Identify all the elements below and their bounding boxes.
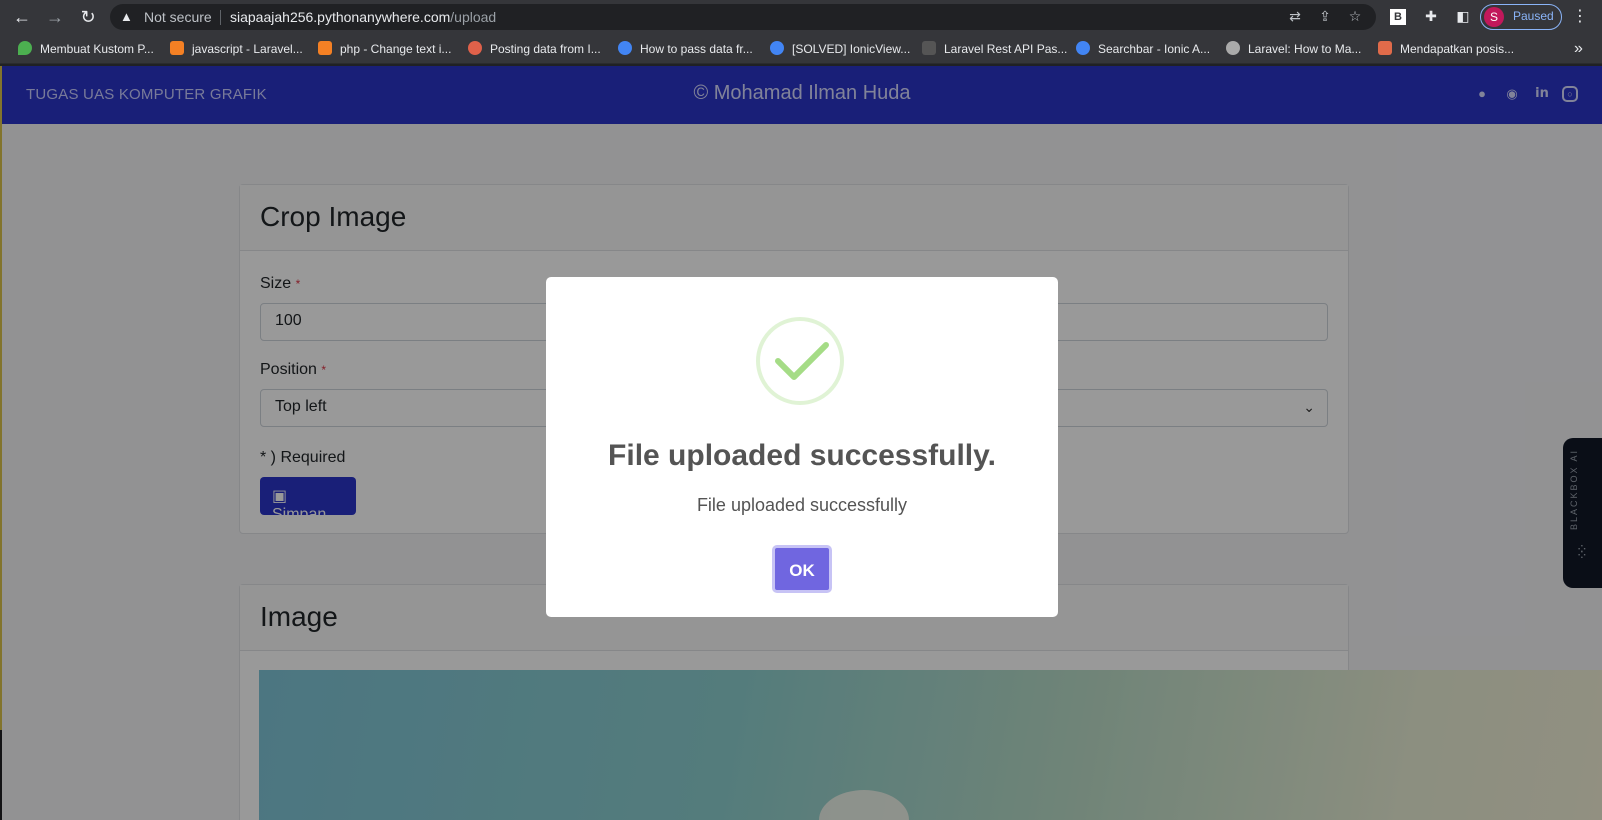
url-separator [220,10,221,25]
leaf-icon [18,41,32,55]
reload-icon[interactable]: ↻ [76,5,100,29]
ionic-icon [1076,41,1090,55]
blue-circle-icon [770,41,784,55]
translate-icon[interactable]: ⇄ [1286,8,1304,25]
avatar: S [1484,7,1504,27]
bookmark-item[interactable]: How to pass data fr... [618,40,753,58]
site-icon [1378,41,1392,55]
success-dialog: File uploaded successfully. File uploade… [546,277,1058,617]
bookmark-extension-icon[interactable]: B [1390,9,1406,25]
url-path: /upload [450,9,497,25]
stackoverflow-icon [170,41,184,55]
bookmarks-overflow-icon[interactable]: » [1574,40,1583,58]
extensions-puzzle-icon[interactable]: ✚ [1422,7,1440,25]
bookmark-item[interactable]: Laravel: How to Ma... [1226,40,1361,58]
bookmark-label: Membuat Kustom P... [40,42,154,56]
cat-icon [922,41,936,55]
ok-button[interactable]: OK [772,545,832,593]
address-bar[interactable]: ▲ Not secure siapaajah256.pythonanywhere… [110,4,1376,30]
bookmark-label: php - Change text i... [340,42,452,56]
browser-toolbar: ← → ↻ ▲ Not secure siapaajah256.pythonan… [0,0,1602,34]
dialog-title: File uploaded successfully. [608,439,996,472]
bookmark-label: Laravel Rest API Pas... [944,42,1068,56]
stackoverflow-icon [318,41,332,55]
bookmark-label: javascript - Laravel... [192,42,303,56]
bookmark-label: Posting data from I... [490,42,601,56]
bookmark-item[interactable]: Laravel Rest API Pas... [922,40,1067,58]
bookmark-item[interactable]: Mendapatkan posis... [1378,40,1514,58]
success-check-icon [756,317,844,405]
url-text[interactable]: siapaajah256.pythonanywhere.com/upload [230,9,496,25]
people-icon [1226,41,1240,55]
bookmark-label: How to pass data fr... [640,42,753,56]
bookmark-label: Mendapatkan posis... [1400,42,1515,56]
forward-icon[interactable]: → [43,5,67,29]
not-secure-label[interactable]: Not secure [144,9,212,25]
bookmark-item[interactable]: Membuat Kustom P... [18,40,154,58]
blue-circle-icon [618,41,632,55]
star-icon[interactable]: ☆ [1346,8,1364,25]
bookmark-label: Laravel: How to Ma... [1248,42,1362,56]
bookmark-label: Searchbar - Ionic A... [1098,42,1211,56]
share-icon[interactable]: ⇪ [1316,8,1334,25]
side-panel-icon[interactable]: ◧ [1454,7,1472,25]
kebab-menu-icon[interactable]: ⋮ [1572,6,1588,26]
bookmark-item[interactable]: javascript - Laravel... [170,40,303,58]
profile-button[interactable]: S Paused [1480,4,1562,30]
bookmark-item[interactable]: [SOLVED] IonicView... [770,40,910,58]
back-icon[interactable]: ← [10,5,34,29]
dialog-message: File uploaded successfully [696,495,908,515]
profile-status: Paused [1513,9,1554,23]
site-avatar-icon [468,41,482,55]
bookmark-item[interactable]: Posting data from I... [468,40,601,58]
bookmark-label: [SOLVED] IonicView... [792,42,911,56]
url-host: siapaajah256.pythonanywhere.com [230,9,451,25]
bookmark-item[interactable]: php - Change text i... [318,40,451,58]
bookmarks-bar: Membuat Kustom P... javascript - Laravel… [0,34,1602,64]
bookmark-item[interactable]: Searchbar - Ionic A... [1076,40,1210,58]
warning-icon: ▲ [120,9,133,24]
